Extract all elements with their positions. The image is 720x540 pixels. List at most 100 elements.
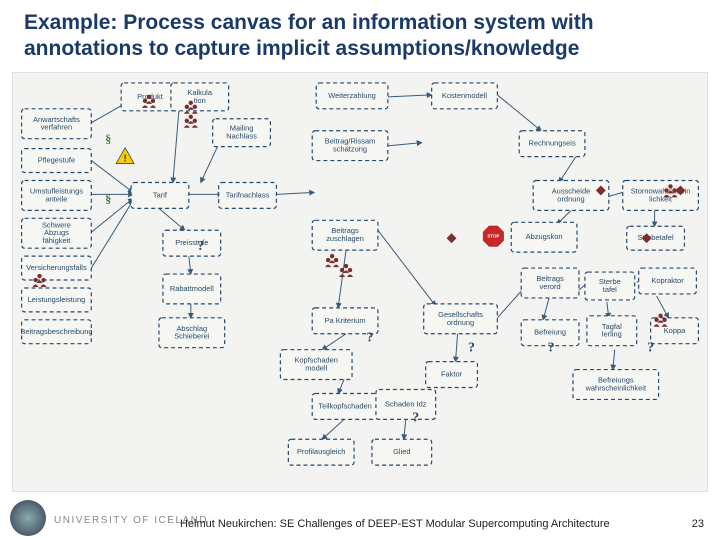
connector-arrow xyxy=(173,111,179,183)
box-label: Pflegestufe xyxy=(38,156,75,165)
people-icon xyxy=(325,254,339,267)
process-box-b33: Sterbetafel xyxy=(585,272,635,300)
process-box-b04: SchwereAbzugsfähigkeit xyxy=(22,218,92,248)
diamond-icon xyxy=(447,233,457,243)
process-box-b38: Befreiungswahrscheinlichkeit xyxy=(573,370,659,400)
connector-arrow xyxy=(378,230,436,306)
process-box-b28: Stornowahrscheinlichkeit xyxy=(623,180,699,210)
connector-arrow xyxy=(543,298,549,320)
process-box-b03: Umstufleistungsanteile xyxy=(22,180,92,210)
connector-arrow xyxy=(189,256,191,274)
box-label: Schaden Idz xyxy=(385,399,427,408)
process-box-b30: Sterbetafel xyxy=(627,226,685,250)
boxes-layer: Anwartschaftsverfahren Pflegestufe Umstufl… xyxy=(20,83,698,465)
process-box-b14: Rabattmodell xyxy=(163,274,221,304)
connector-arrow xyxy=(657,296,669,318)
process-box-b12: Tarifnachlass xyxy=(219,182,277,208)
connector-arrow xyxy=(91,198,133,232)
process-box-b26: Rechnungseis xyxy=(519,131,585,157)
box-label: Kostenmodell xyxy=(442,91,488,100)
people-icon xyxy=(339,264,353,277)
box-label: Profilausgleich xyxy=(297,447,345,456)
connector-arrow xyxy=(338,380,344,394)
process-canvas: Anwartschaftsverfahren Pflegestufe Umstufl… xyxy=(12,72,708,492)
process-box-b17: Beitrag/Rissamschätzung xyxy=(312,131,388,161)
process-box-b39: Faktor xyxy=(426,362,478,388)
process-box-b18: Beitragszuschlagen xyxy=(312,220,378,250)
process-box-b15: AbschlagSchieberei xyxy=(159,318,225,348)
box-label: SchwereAbzugsfähigkeit xyxy=(42,220,71,245)
connector-arrow xyxy=(322,419,344,439)
box-label: Rechnungseis xyxy=(528,139,576,148)
paragraph-icon: § xyxy=(105,191,111,205)
process-box-b22: Profilausgleich xyxy=(288,439,354,465)
process-box-b13: Preisstufe xyxy=(163,230,221,256)
process-box-b07: Beitragsbeschreibung xyxy=(20,320,92,344)
question-mark-icon: ? xyxy=(366,331,373,346)
process-box-b10: MailingNachlass xyxy=(213,119,271,147)
footer-citation: Helmut Neukirchen: SE Challenges of DEEP… xyxy=(180,518,610,530)
process-box-b01: Anwartschaftsverfahren xyxy=(22,109,92,139)
stop-label: STOP xyxy=(487,234,499,239)
process-box-b09: Kalkulation xyxy=(171,83,229,111)
connector-arrow xyxy=(322,334,346,350)
question-mark-icon: ? xyxy=(468,341,475,356)
connector-arrow xyxy=(404,419,406,439)
process-box-b32: Beitragsverord xyxy=(521,268,579,298)
process-box-b34: Kopraktor xyxy=(639,268,697,294)
box-label: Beitragszuschlagen xyxy=(326,226,364,243)
box-label: Abzugskon xyxy=(526,232,563,241)
process-box-b25: Kostenmodell xyxy=(432,83,498,109)
box-label: Weiterzahlung xyxy=(328,91,376,100)
box-label: MailingNachlass xyxy=(226,124,257,141)
box-label: Koppa xyxy=(664,326,686,335)
connector-arrow xyxy=(613,350,615,370)
connector-arrow xyxy=(388,95,432,97)
box-label: Tagfallerling xyxy=(602,322,622,339)
process-box-b37: Koppa xyxy=(651,318,699,344)
box-label: Beitragsverord xyxy=(536,274,564,291)
slide-footer: UNIVERSITY OF ICELAND Helmut Neukirchen:… xyxy=(0,496,720,536)
box-label: Glied xyxy=(393,447,410,456)
box-label: Befreiung xyxy=(534,328,566,337)
process-box-b06: Leistungsleistung xyxy=(22,288,92,312)
box-label: Versicherungsfalls xyxy=(26,263,87,272)
question-mark-icon: ? xyxy=(647,341,654,356)
box-label: Kopraktor xyxy=(651,276,684,285)
process-box-b27: Ausscheideordnung xyxy=(533,180,609,210)
box-label: Leistungsleistung xyxy=(28,295,86,304)
connector-arrow xyxy=(159,208,185,230)
paragraph-icon: § xyxy=(105,132,111,146)
process-box-b31: Gesellschaftsordnung xyxy=(424,304,498,334)
institution-logo xyxy=(10,500,46,536)
connector-arrow xyxy=(276,192,314,194)
connector-arrow xyxy=(497,95,541,131)
process-box-b36: Tagfallerling xyxy=(587,316,637,346)
box-label: Faktor xyxy=(441,370,463,379)
box-label: Rabattmodell xyxy=(170,284,214,293)
process-box-b20: Kopfschadenmodell xyxy=(280,350,352,380)
box-label: Tarifnachlass xyxy=(226,190,270,199)
question-mark-icon: ? xyxy=(197,239,204,254)
box-label: Beitragsbeschreibung xyxy=(20,327,92,336)
process-box-b24: Glied xyxy=(372,439,432,465)
connector-arrow xyxy=(456,334,458,362)
process-box-b21: Teilkopfschaden xyxy=(312,393,378,419)
box-label: Teilkopfschaden xyxy=(318,401,371,410)
question-mark-icon: ? xyxy=(548,341,555,356)
box-label: Ausscheideordnung xyxy=(552,186,591,203)
process-box-b11: Tarif xyxy=(131,182,189,208)
people-icon xyxy=(184,115,198,128)
connector-arrow xyxy=(338,250,346,308)
box-label: Tarif xyxy=(153,190,168,199)
question-mark-icon: ? xyxy=(412,410,419,425)
box-label: Pa Kriterium xyxy=(325,316,366,325)
process-box-b05: Versicherungsfalls xyxy=(22,256,92,280)
process-box-b02: Pflegestufe xyxy=(22,149,92,173)
process-box-b16: Weiterzahlung xyxy=(316,83,388,109)
connector-arrow xyxy=(91,161,133,193)
connector-arrow xyxy=(91,200,133,268)
page-number: 23 xyxy=(692,518,704,530)
process-box-b29: Abzugskon xyxy=(511,222,577,252)
process-box-b23: Schaden Idz xyxy=(376,389,436,419)
